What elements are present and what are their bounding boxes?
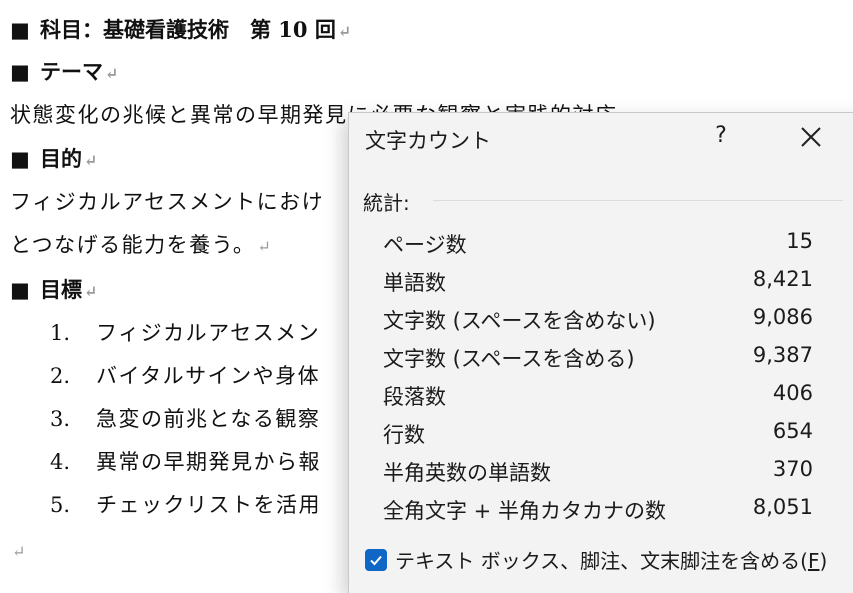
access-key: F (807, 549, 820, 573)
stat-row: 段落数 406 (383, 381, 813, 409)
close-button[interactable] (795, 121, 827, 153)
heading-goals: ■ 目標 ↵ (10, 277, 98, 302)
dialog-title: 文字カウント (365, 129, 491, 153)
goal-item: 5. チェックリストを活用 (50, 493, 321, 517)
stat-row: 行数 654 (383, 419, 813, 447)
return-mark: ↵ (337, 22, 352, 41)
stat-row: 文字数 (スペースを含める) 9,387 (383, 343, 813, 371)
statistics-label: 統計: (363, 191, 410, 215)
heading-subject: ■ 科目：基礎看護技術 第 10 回 ↵ (10, 17, 352, 42)
square-bullet: ■ (10, 146, 30, 171)
square-bullet: ■ (10, 59, 30, 84)
include-textboxes-checkbox[interactable]: テキスト ボックス、脚注、文末脚注を含める(F) (365, 545, 827, 574)
return-mark: ↵ (105, 64, 119, 83)
word-count-dialog: 文字カウント ? 統計: ページ数 15 単語数 8,421 文字数 (スペースを含… (348, 112, 853, 593)
goal-item: 1. フィジカルアセスメン (50, 321, 321, 345)
checkmark-icon (370, 555, 382, 565)
checkbox-box[interactable] (365, 548, 387, 571)
stat-row: 単語数 8,421 (383, 267, 813, 295)
stat-row: ページ数 15 (383, 229, 813, 257)
square-bullet: ■ (10, 277, 30, 302)
help-button[interactable]: ? (709, 123, 733, 148)
return-mark: ↵ (257, 237, 273, 256)
purpose-line-1: フィジカルアセスメントにおけ (10, 190, 325, 214)
checkbox-label: テキスト ボックス、脚注、文末脚注を含める(F) (395, 549, 828, 573)
return-mark: ↵ (84, 151, 98, 170)
empty-paragraph: ↵ (10, 536, 25, 566)
divider (433, 200, 843, 201)
purpose-line-2: とつなげる能力を養う。 ↵ (10, 233, 273, 257)
goal-item: 4. 異常の早期発見から報 (50, 450, 321, 474)
return-mark: ↵ (12, 542, 26, 561)
return-mark: ↵ (84, 282, 98, 301)
stat-row: 全角文字 + 半角カタカナの数 8,051 (383, 495, 813, 523)
heading-purpose: ■ 目的 ↵ (10, 146, 98, 171)
goal-item: 2. バイタルサインや身体 (50, 364, 321, 388)
heading-theme: ■ テーマ ↵ (10, 59, 119, 84)
goal-item: 3. 急変の前兆となる観察 (50, 407, 321, 431)
square-bullet: ■ (10, 17, 30, 42)
stat-row: 半角英数の単語数 370 (383, 457, 813, 485)
stat-row: 文字数 (スペースを含めない) 9,086 (383, 305, 813, 333)
close-icon (801, 127, 821, 147)
